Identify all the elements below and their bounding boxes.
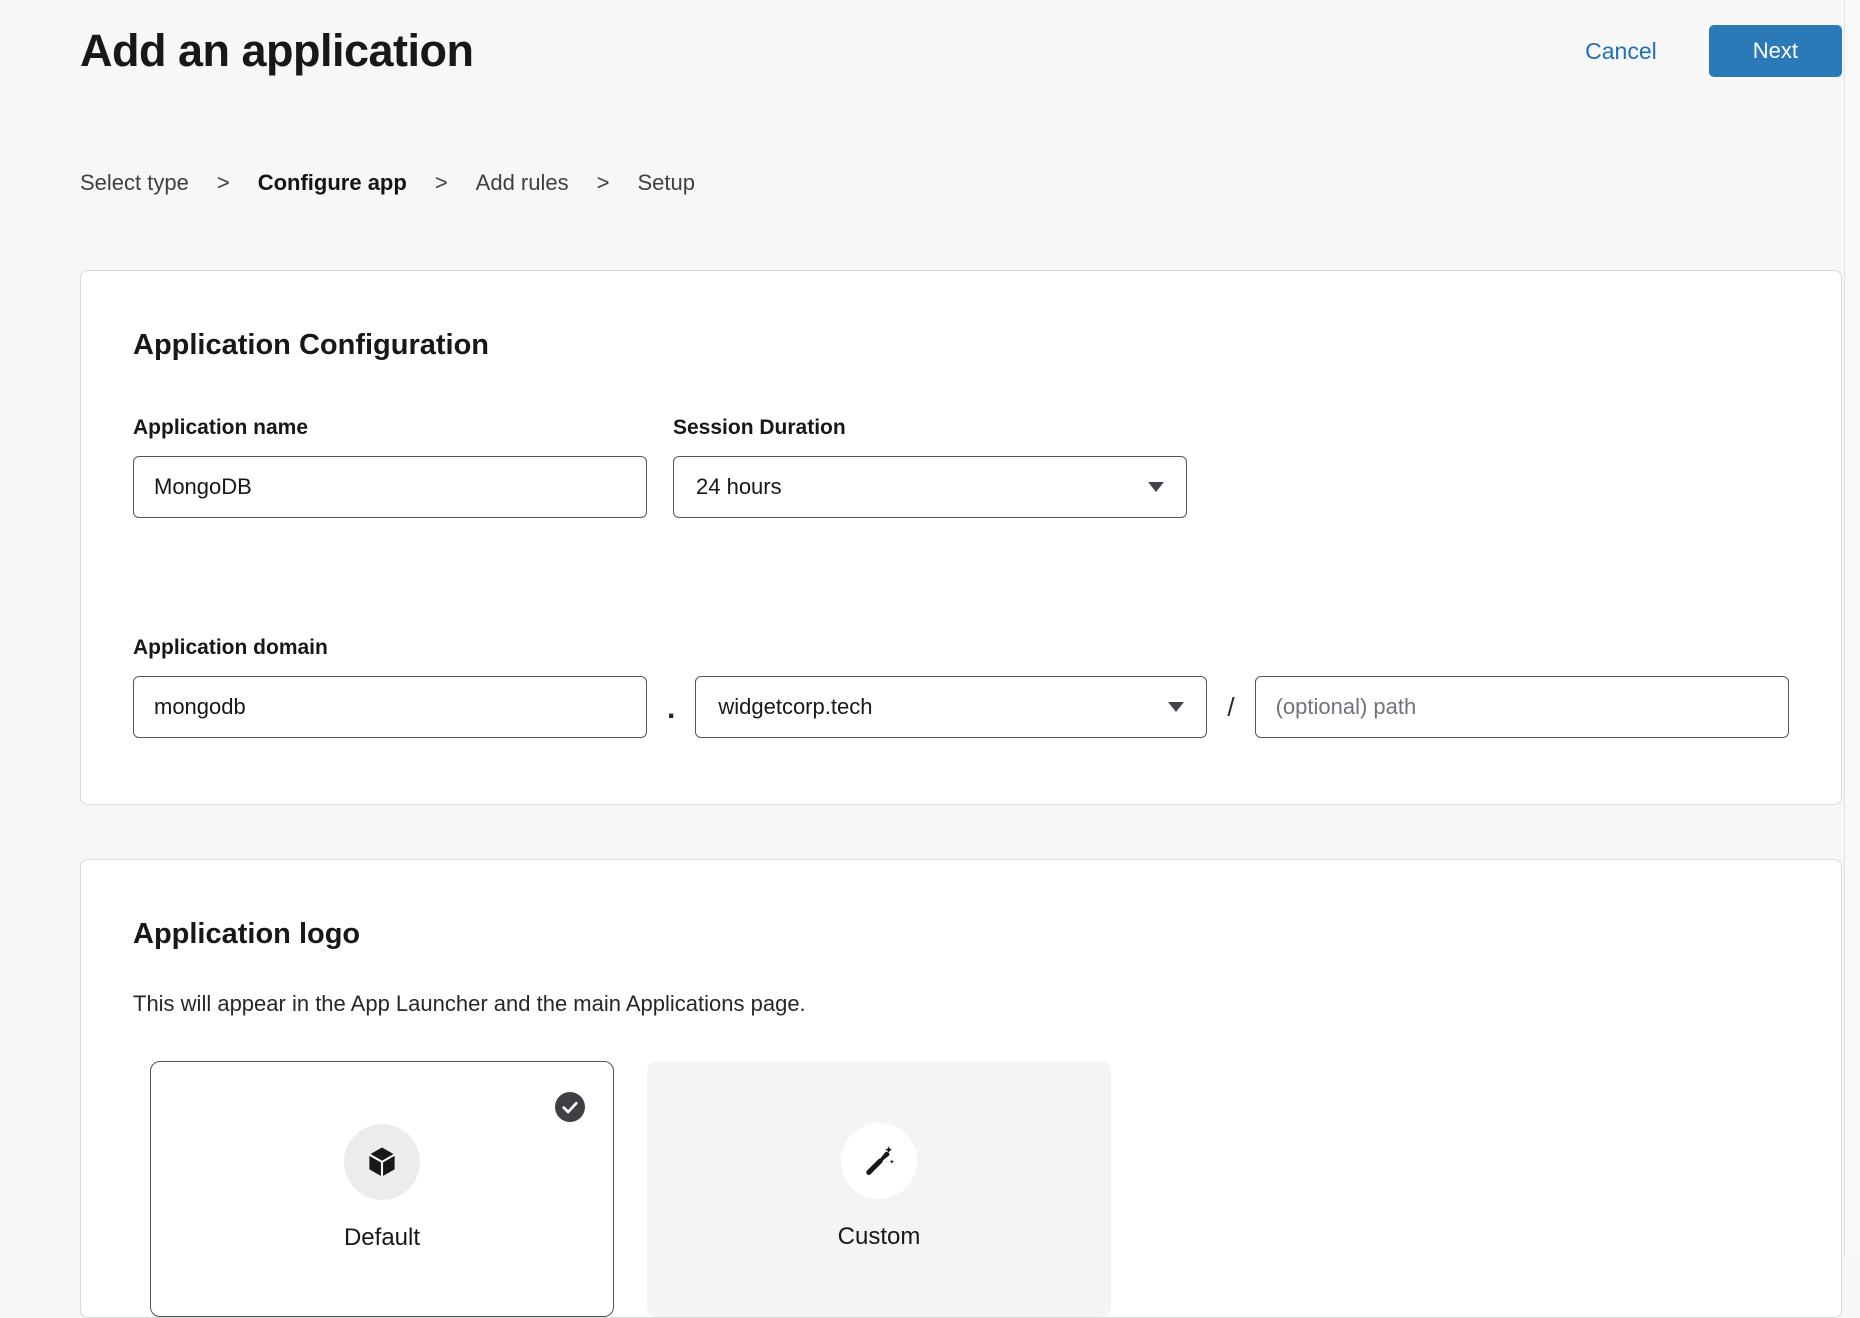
page-header: Add an application Cancel Next <box>80 0 1842 78</box>
cancel-button[interactable]: Cancel <box>1585 38 1657 65</box>
domain-select[interactable]: widgetcorp.tech <box>695 676 1207 738</box>
application-configuration-card: Application Configuration Application na… <box>80 270 1842 805</box>
step-setup: Setup <box>637 170 695 196</box>
cube-icon <box>344 1124 420 1200</box>
chevron-down-icon <box>1168 702 1184 712</box>
application-name-field: Application name <box>133 416 647 518</box>
domain-select-value: widgetcorp.tech <box>718 694 872 720</box>
session-duration-field: Session Duration 24 hours <box>673 416 1187 518</box>
breadcrumb-stepper: Select type > Configure app > Add rules … <box>80 170 1842 196</box>
application-domain-row: . widgetcorp.tech / <box>133 676 1789 738</box>
session-duration-label: Session Duration <box>673 416 1187 440</box>
session-duration-select[interactable]: 24 hours <box>673 456 1187 518</box>
step-configure-app: Configure app <box>258 170 407 196</box>
paintbrush-icon <box>841 1123 917 1199</box>
application-name-input[interactable] <box>133 456 647 518</box>
header-actions: Cancel Next <box>1585 25 1842 77</box>
step-select-type: Select type <box>80 170 189 196</box>
name-session-row: Application name Session Duration 24 hou… <box>133 416 1789 518</box>
application-domain-label: Application domain <box>133 636 1789 660</box>
logo-option-label: Default <box>344 1224 420 1252</box>
scrollbar-track[interactable] <box>1844 0 1860 1256</box>
path-input[interactable] <box>1255 676 1789 738</box>
application-domain-group: Application domain . widgetcorp.tech / <box>133 636 1789 738</box>
application-name-label: Application name <box>133 416 647 440</box>
logo-option-label: Custom <box>838 1223 921 1251</box>
step-add-rules: Add rules <box>476 170 569 196</box>
step-separator: > <box>597 170 610 196</box>
session-duration-value: 24 hours <box>696 474 782 500</box>
subdomain-input[interactable] <box>133 676 647 738</box>
domain-dot-separator: . <box>667 692 675 738</box>
application-logo-card: Application logo This will appear in the… <box>80 859 1842 1318</box>
logo-options: Default Custom <box>150 1061 1789 1317</box>
next-button[interactable]: Next <box>1709 25 1842 77</box>
logo-option-custom[interactable]: Custom <box>647 1061 1111 1317</box>
check-icon <box>555 1092 585 1122</box>
application-configuration-heading: Application Configuration <box>133 329 1789 362</box>
step-separator: > <box>217 170 230 196</box>
application-logo-heading: Application logo <box>133 918 1789 951</box>
step-separator: > <box>435 170 448 196</box>
chevron-down-icon <box>1148 482 1164 492</box>
domain-slash-separator: / <box>1227 692 1234 723</box>
application-logo-description: This will appear in the App Launcher and… <box>133 991 1789 1017</box>
logo-option-default[interactable]: Default <box>150 1061 614 1317</box>
page-container: Add an application Cancel Next Select ty… <box>0 0 1860 1318</box>
page-title: Add an application <box>80 24 474 78</box>
